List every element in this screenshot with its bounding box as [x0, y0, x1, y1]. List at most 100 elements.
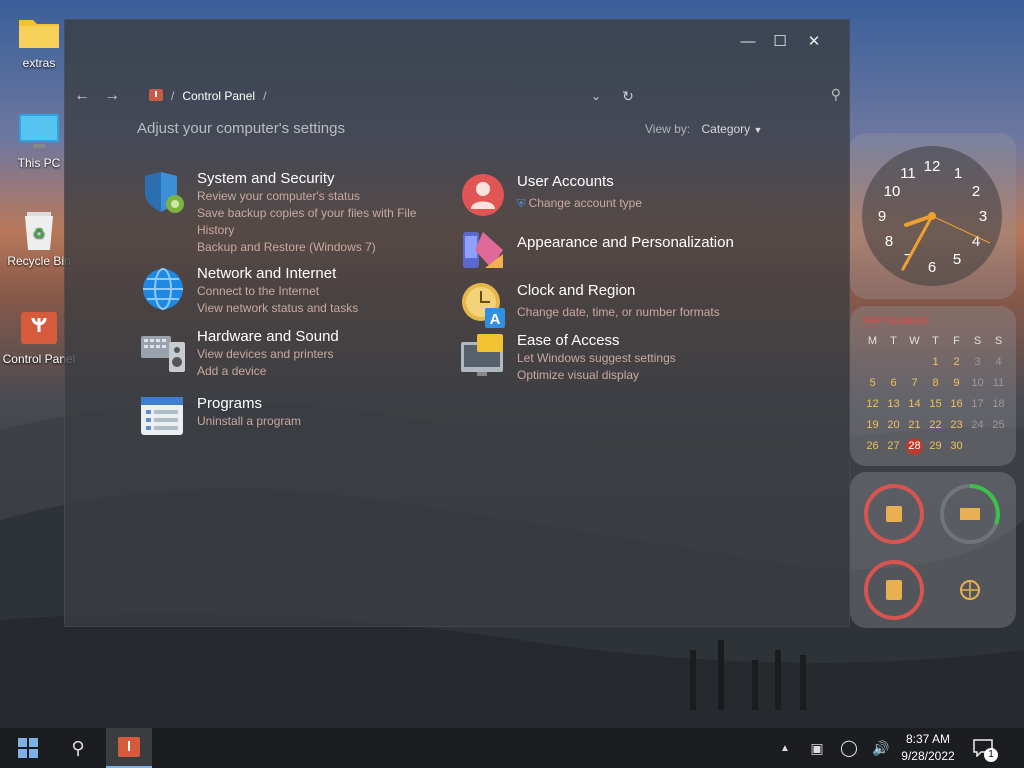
- windows-logo-icon: [18, 738, 38, 758]
- calendar-day[interactable]: 11: [988, 375, 1009, 392]
- category-network-and-internet: Network and Internet Connect to the Inte…: [141, 265, 358, 317]
- category-title[interactable]: Ease of Access: [517, 332, 676, 350]
- calendar-day[interactable]: 18: [988, 396, 1009, 413]
- category-link[interactable]: Uninstall a program: [197, 413, 301, 430]
- calendar-day[interactable]: 7: [904, 375, 925, 392]
- category-title[interactable]: System and Security: [197, 170, 416, 188]
- category-link[interactable]: View devices and printers: [197, 346, 339, 363]
- breadcrumb[interactable]: / Control Panel /: [149, 76, 266, 116]
- search-input[interactable]: ⚲: [651, 82, 845, 110]
- category-link[interactable]: Let Windows suggest settings: [517, 350, 676, 367]
- calendar-day[interactable]: 21: [904, 417, 925, 434]
- category-link-text[interactable]: Change account type: [529, 196, 642, 210]
- category-appearance-and-personalization: Appearance and Personalization: [461, 228, 734, 274]
- view-by-control[interactable]: View by: Category ▼: [645, 122, 762, 136]
- back-arrow-icon[interactable]: ←: [67, 76, 97, 116]
- maximize-button[interactable]: ☐: [763, 20, 797, 62]
- meet-now-icon[interactable]: ▣: [806, 728, 828, 768]
- calendar-day[interactable]: 26: [862, 438, 883, 455]
- clock-number: 10: [884, 183, 901, 200]
- calendar-day[interactable]: 29: [925, 438, 946, 455]
- search-taskbar-button[interactable]: ⚲: [58, 728, 98, 768]
- view-by-value[interactable]: Category: [701, 122, 750, 136]
- notification-center-button[interactable]: 1: [968, 728, 998, 768]
- calendar-day[interactable]: 6: [883, 375, 904, 392]
- category-title[interactable]: Hardware and Sound: [197, 328, 339, 346]
- disk-icon: [886, 580, 902, 600]
- category-link[interactable]: Review your computer's status: [197, 188, 416, 205]
- category-link[interactable]: ⛨ Change account type: [517, 195, 642, 213]
- calendar-day[interactable]: 27: [883, 438, 904, 455]
- refresh-icon[interactable]: ↻: [613, 76, 643, 116]
- network-icon[interactable]: ◯: [838, 728, 860, 768]
- calendar-day[interactable]: 2: [946, 354, 967, 371]
- calendar-day[interactable]: 1: [925, 354, 946, 371]
- ease-of-access-icon: [461, 332, 507, 378]
- close-button[interactable]: ✕: [797, 20, 831, 62]
- calendar-weekday: W: [909, 335, 920, 347]
- calendar-day[interactable]: 14: [904, 396, 925, 413]
- minimize-button[interactable]: —: [731, 20, 765, 62]
- control-panel-small-icon: [149, 88, 163, 105]
- category-title[interactable]: Programs: [197, 395, 301, 413]
- system-monitor-widget: [850, 472, 1016, 628]
- category-title[interactable]: Appearance and Personalization: [517, 234, 734, 252]
- taskbar-app-control-panel[interactable]: [106, 728, 152, 768]
- calendar-day[interactable]: 22: [925, 417, 946, 434]
- show-hidden-icons-button[interactable]: ▲: [776, 728, 794, 768]
- clock-number: 8: [885, 233, 893, 250]
- taskbar: ⚲ ▲ ▣ ◯ 🔊 8:37 AM 9/28/2022 1: [0, 728, 1024, 768]
- calendar-day[interactable]: 30: [946, 438, 967, 455]
- calendar-day[interactable]: 28: [906, 438, 923, 455]
- control-panel-icon: [118, 737, 140, 757]
- control-panel-window: — ☐ ✕ ← → / Control Panel / ⌄ ↻ ⚲ Adjust…: [64, 19, 850, 627]
- category-link[interactable]: Change date, time, or number formats: [517, 304, 720, 321]
- category-hardware-and-sound: Hardware and Sound View devices and prin…: [141, 328, 339, 380]
- calendar-day[interactable]: 5: [862, 375, 883, 392]
- category-link[interactable]: Optimize visual display: [517, 367, 676, 384]
- calendar-day[interactable]: 3: [967, 354, 988, 371]
- breadcrumb-separator: /: [263, 89, 267, 103]
- category-link[interactable]: View network status and tasks: [197, 300, 358, 317]
- forward-arrow-icon[interactable]: →: [97, 76, 127, 116]
- category-link[interactable]: Add a device: [197, 363, 339, 380]
- calendar-day[interactable]: 15: [925, 396, 946, 413]
- calendar-day[interactable]: 20: [883, 417, 904, 434]
- calendar-day[interactable]: 19: [862, 417, 883, 434]
- calendar-day[interactable]: 12: [862, 396, 883, 413]
- desktop-icon-label: This PC: [17, 156, 61, 170]
- category-link[interactable]: Save backup copies of your files with Fi…: [197, 205, 416, 222]
- start-button[interactable]: [8, 728, 48, 768]
- calendar-day[interactable]: 4: [988, 354, 1009, 371]
- category-title[interactable]: Network and Internet: [197, 265, 358, 283]
- calendar-grid: M T W T F S S 1 2 3 4 5 6 7 8 9 10 11 12 13 14 15 16 17 18 19 20 21…: [862, 333, 1016, 455]
- calendar-day[interactable]: 25: [988, 417, 1009, 434]
- calendar-day[interactable]: 9: [946, 375, 967, 392]
- printer-speaker-icon: [141, 328, 187, 374]
- calendar-day[interactable]: 17: [967, 396, 988, 413]
- calendar-day[interactable]: 24: [967, 417, 988, 434]
- category-title[interactable]: User Accounts: [517, 173, 642, 191]
- search-icon[interactable]: ⚲: [831, 86, 841, 103]
- category-clock-and-region: A Clock and Region Change date, time, or…: [461, 282, 720, 328]
- calendar-day[interactable]: 13: [883, 396, 904, 413]
- chevron-down-icon[interactable]: ⌄: [581, 76, 611, 116]
- caret-down-icon: ▼: [753, 125, 763, 135]
- calendar-day[interactable]: 10: [967, 375, 988, 392]
- volume-icon[interactable]: 🔊: [870, 728, 892, 768]
- calendar-day: [967, 438, 988, 455]
- breadcrumb-current[interactable]: Control Panel: [182, 89, 255, 103]
- search-field[interactable]: [651, 82, 825, 110]
- category-link[interactable]: Backup and Restore (Windows 7): [197, 239, 416, 256]
- shield-icon: [141, 170, 187, 216]
- calendar-weekday: T: [932, 335, 939, 347]
- calendar-weekday: S: [994, 335, 1003, 347]
- calendar-day[interactable]: 23: [946, 417, 967, 434]
- calendar-day[interactable]: 8: [925, 375, 946, 392]
- category-link[interactable]: Connect to the Internet: [197, 283, 358, 300]
- category-title[interactable]: Clock and Region: [517, 282, 720, 300]
- taskbar-clock[interactable]: 8:37 AM 9/28/2022: [898, 731, 958, 765]
- calendar-day: [904, 354, 925, 371]
- calendar-day[interactable]: 16: [946, 396, 967, 413]
- category-link[interactable]: History: [197, 222, 416, 239]
